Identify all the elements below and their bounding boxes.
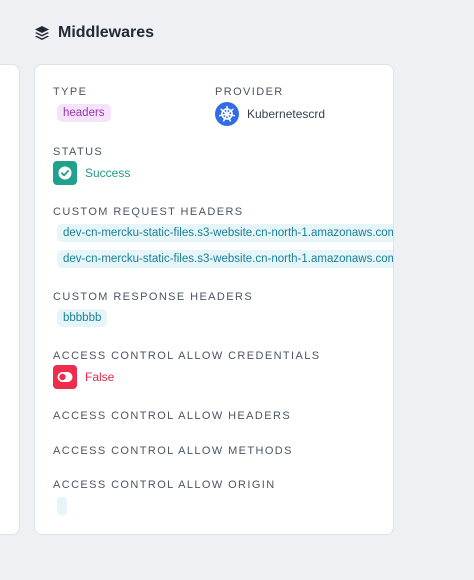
provider: Kubernetescrd	[215, 102, 325, 126]
toggle-off-icon	[53, 365, 77, 389]
allow-credentials-value: False	[85, 370, 115, 384]
type-chip: headers	[57, 104, 111, 122]
status-value: Success	[85, 166, 131, 180]
provider-name: Kubernetescrd	[247, 107, 326, 121]
previous-card	[0, 64, 20, 535]
allow-credentials-label: ACCESS CONTROL ALLOW CREDENTIALS	[53, 350, 321, 362]
section-title: Middlewares	[58, 24, 155, 41]
provider-label: PROVIDER	[215, 86, 284, 98]
allow-origin-empty-chip	[57, 497, 67, 515]
middleware-card: TYPE headers PROVIDER Kubernetescrd STAT…	[34, 64, 394, 535]
allow-methods-label: ACCESS CONTROL ALLOW METHODS	[53, 445, 293, 457]
status-indicator: Success	[53, 161, 130, 185]
request-header-chip: dev-cn-mercku-static-files.s3-website.cn…	[57, 250, 393, 268]
allow-origin-label: ACCESS CONTROL ALLOW ORIGIN	[53, 479, 276, 491]
status-label: STATUS	[53, 146, 104, 158]
allow-headers-label: ACCESS CONTROL ALLOW HEADERS	[53, 410, 292, 422]
section-header: Middlewares	[34, 22, 154, 44]
custom-response-headers-label: CUSTOM RESPONSE HEADERS	[53, 291, 254, 303]
request-header-chip: dev-cn-mercku-static-files.s3-website.cn…	[57, 224, 393, 242]
response-header-chip: bbbbbb	[57, 309, 108, 327]
custom-request-headers-label: CUSTOM REQUEST HEADERS	[53, 206, 244, 218]
allow-credentials-indicator: False	[53, 365, 114, 389]
kubernetes-icon	[215, 102, 239, 126]
success-check-icon	[53, 161, 77, 185]
type-label: TYPE	[53, 86, 88, 98]
layers-icon	[34, 25, 50, 41]
